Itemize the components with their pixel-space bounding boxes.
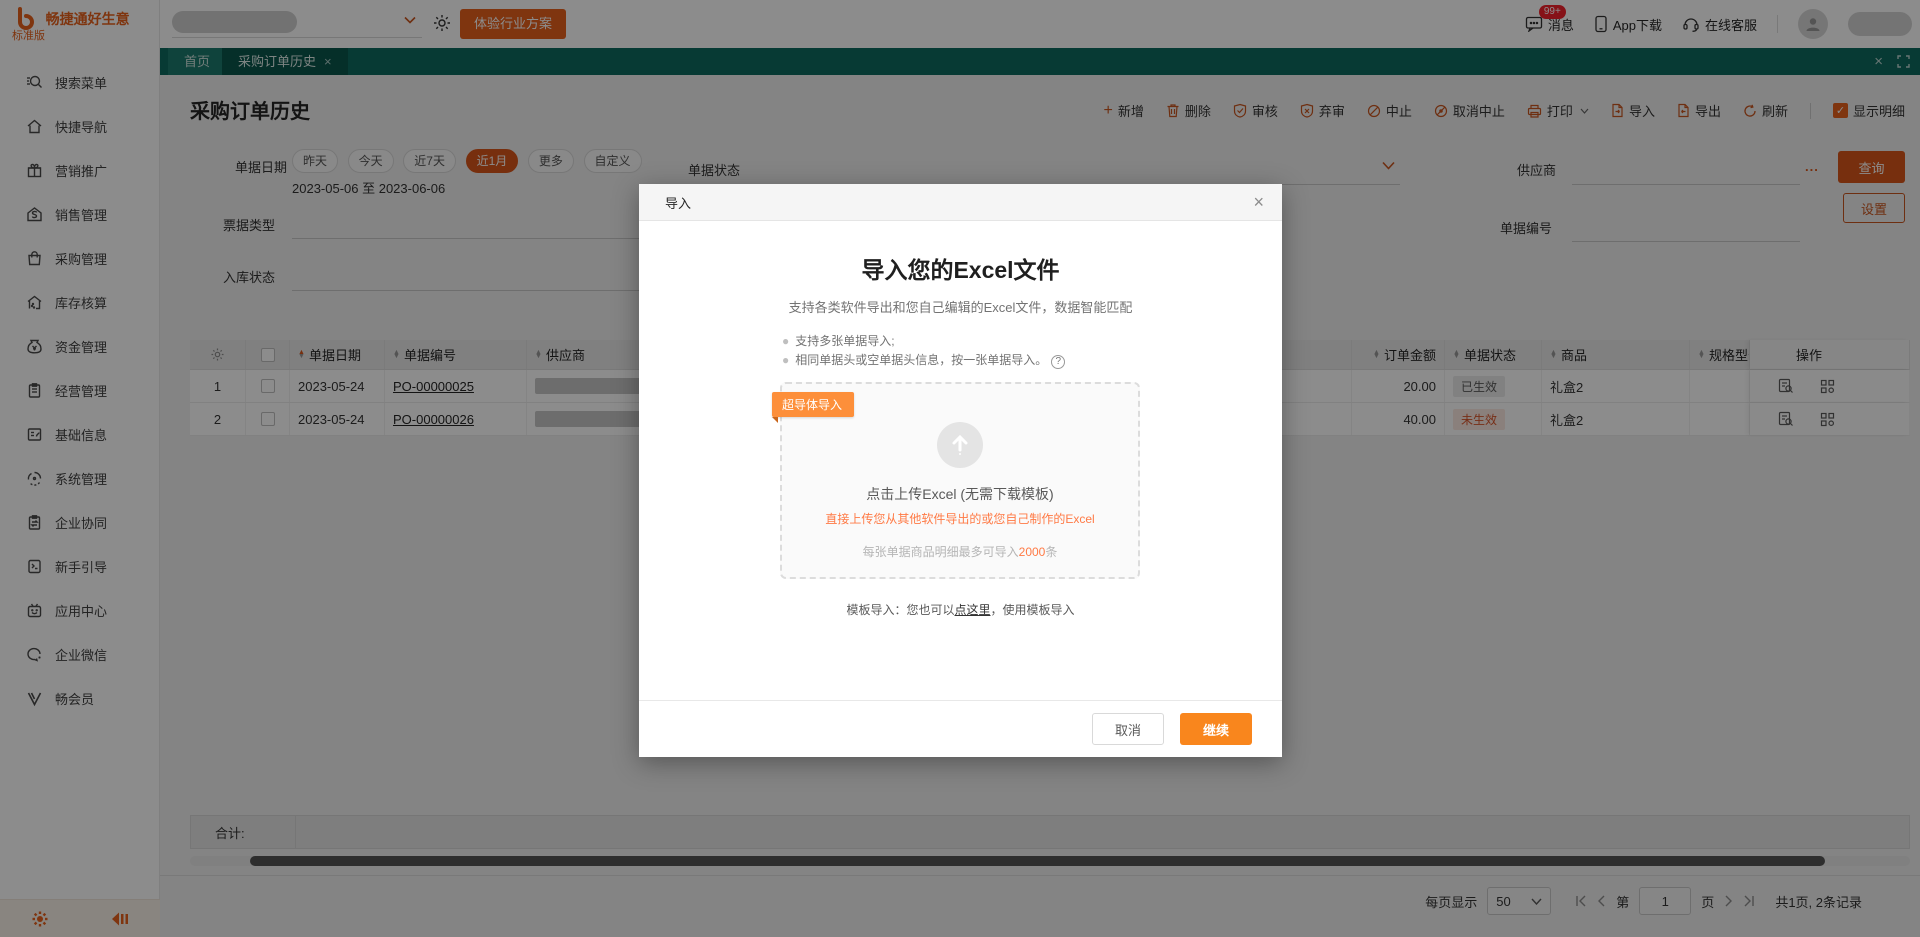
bullet-line: ●支持多张单据导入; — [782, 332, 1282, 351]
upload-limit-text: 每张单据商品明细最多可导入2000条 — [782, 543, 1138, 560]
upload-dropzone[interactable]: 超导体导入 点击上传Excel (无需下载模板) 直接上传您从其他软件导出的或您… — [780, 382, 1140, 579]
modal-header: 导入 × — [639, 184, 1282, 221]
template-import-line: 模板导入：您也可以点这里，使用模板导入 — [639, 601, 1282, 618]
upload-main-text: 点击上传Excel (无需下载模板) — [782, 484, 1138, 504]
upload-arrow-icon — [950, 434, 970, 456]
import-bullets: ●支持多张单据导入; ●相同单据头或空单据头信息，按一张单据导入。? — [782, 332, 1282, 370]
bullet-dot: ● — [782, 334, 789, 348]
superconductor-ribbon: 超导体导入 — [772, 392, 854, 417]
modal-title-small: 导入 — [665, 193, 691, 212]
template-import-link[interactable]: 点这里 — [954, 603, 990, 617]
help-icon[interactable]: ? — [1051, 355, 1065, 369]
modal-body: 导入您的Excel文件 支持各类软件导出和您自己编辑的Excel文件，数据智能匹… — [639, 221, 1282, 700]
upload-circle — [937, 422, 983, 468]
limit-count: 2000 — [1019, 545, 1046, 559]
bullet-line: ●相同单据头或空单据头信息，按一张单据导入。? — [782, 351, 1282, 370]
import-title: 导入您的Excel文件 — [639, 251, 1282, 285]
upload-sub-text: 直接上传您从其他软件导出的或您自己制作的Excel — [782, 510, 1138, 527]
import-subtitle: 支持各类软件导出和您自己编辑的Excel文件，数据智能匹配 — [639, 297, 1282, 316]
bullet-dot: ● — [782, 353, 789, 367]
import-modal: 导入 × 导入您的Excel文件 支持各类软件导出和您自己编辑的Excel文件，… — [639, 184, 1282, 757]
close-icon[interactable]: × — [1253, 193, 1264, 211]
continue-button[interactable]: 继续 — [1180, 713, 1252, 745]
modal-footer: 取消 继续 — [639, 700, 1282, 757]
cancel-button[interactable]: 取消 — [1092, 713, 1164, 745]
